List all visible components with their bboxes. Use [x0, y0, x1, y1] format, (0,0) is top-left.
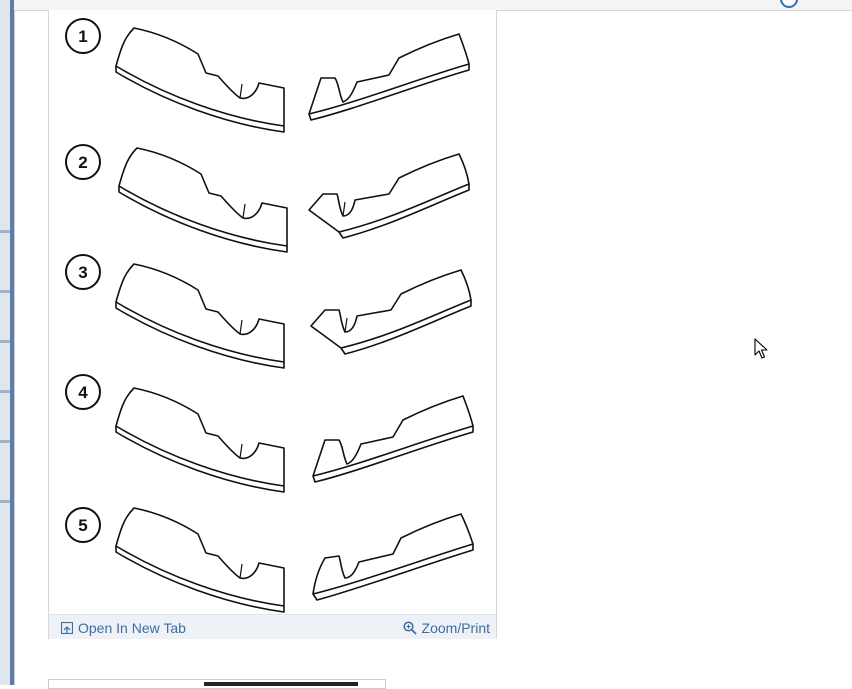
mouse-pointer-icon	[754, 338, 768, 359]
part-right-2	[308, 153, 470, 239]
part-left-3	[115, 263, 285, 369]
part-left-5	[115, 507, 285, 613]
figure-diagram[interactable]: 1 2 3 4 5	[49, 10, 497, 614]
edge-mark	[0, 340, 10, 343]
svg-text:1: 1	[78, 27, 87, 46]
left-window-edge	[0, 0, 15, 685]
edge-mark	[0, 390, 10, 393]
open-in-new-tab-label: Open In New Tab	[78, 620, 186, 636]
part-right-1	[308, 33, 470, 121]
step-badge-1: 1	[65, 18, 101, 54]
figure-card: 1 2 3 4 5 Open In New Tab Zoom/Print	[48, 10, 497, 639]
part-left-2	[118, 147, 288, 253]
svg-text:3: 3	[78, 263, 87, 282]
step-badge-5: 5	[65, 507, 101, 543]
edge-mark	[0, 290, 10, 293]
svg-text:4: 4	[78, 383, 88, 402]
next-figure-card[interactable]	[48, 679, 386, 689]
zoom-print-label: Zoom/Print	[421, 620, 490, 636]
part-right-3	[310, 269, 472, 355]
edge-mark	[0, 440, 10, 443]
figure-footer: Open In New Tab Zoom/Print	[49, 614, 496, 639]
open-new-tab-icon	[61, 622, 73, 634]
zoom-magnifier-icon	[402, 621, 417, 635]
part-right-5	[312, 513, 474, 601]
step-badge-4: 4	[65, 374, 101, 410]
svg-text:5: 5	[78, 516, 87, 535]
edge-mark	[0, 500, 10, 503]
part-right-4	[312, 395, 474, 483]
part-left-1	[115, 27, 285, 133]
edge-mark	[0, 230, 10, 233]
zoom-print-link[interactable]: Zoom/Print	[402, 620, 490, 636]
svg-text:2: 2	[78, 153, 87, 172]
part-left-4	[115, 387, 285, 493]
step-badge-3: 3	[65, 254, 101, 290]
next-figure-preview	[204, 682, 358, 686]
toolbar-circle-icon[interactable]	[780, 0, 798, 8]
open-in-new-tab-link[interactable]: Open In New Tab	[61, 620, 186, 636]
step-badge-2: 2	[65, 144, 101, 180]
window-border	[10, 0, 14, 685]
